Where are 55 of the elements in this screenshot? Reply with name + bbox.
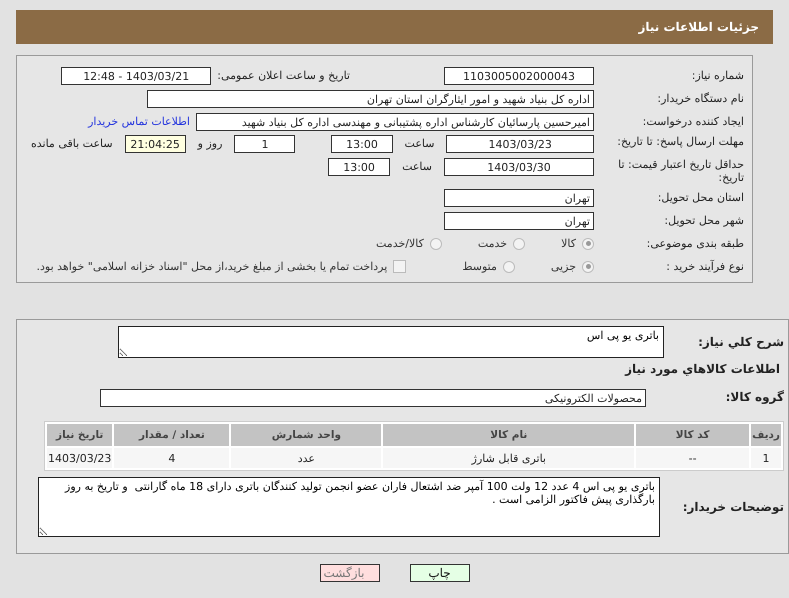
need-number-field: 1103005002000043 [444,66,594,84]
goods-group-field: محصولات الکترونیکی [100,388,646,406]
creator-field: امیرحسین پارسائیان کارشناس اداره پشتیبانی و مهندسی اداره کل بنیاد شهید [196,112,594,130]
field-label: ایجاد کننده درخواست: [642,115,744,128]
remaining-label: ساعت باقی مانده [30,136,113,152]
remaining-time-field: 21:04:25 [124,135,186,153]
field-label: تاریخ و ساعت اعلان عمومی: [217,69,350,82]
column-header: ردیف [751,424,781,446]
field-label: شهر محل تحویل: [663,214,744,227]
category-radio[interactable]: خدمت [478,237,526,250]
validity-time-field: 13:00 [328,158,390,176]
field-label: نوع فرآیند خرید : [665,260,744,273]
validity-date-field: 1403/03/30 [444,158,594,176]
column-header: تعداد / مقدار [114,424,230,446]
column-header: واحد شمارش [231,424,382,446]
deadline-time-field: 13:00 [331,135,393,153]
field-label: نام دستگاه خریدار: [656,92,744,105]
process-radio[interactable]: متوسط [462,260,515,273]
time-label: ساعت [404,136,434,152]
table-cell: 4 [114,448,230,468]
column-header: تاریخ نیاز [47,424,112,446]
process-radio[interactable]: جزیی [550,260,594,273]
print-button[interactable]: چاپ [410,564,470,582]
city-field: تهران [444,212,594,230]
field-label: شماره نیاز: [690,69,744,82]
category-radio[interactable]: کالا/خدمت [376,237,442,250]
table-cell: باتری قابل شارژ [383,448,634,468]
days-field: 1 [234,135,296,153]
table-cell: 1 [751,448,781,468]
announce-date-field: 1403/03/21 - 12:48 [61,66,212,84]
field-label: طبقه بندی موضوعی: [646,237,744,250]
payment-checkbox[interactable]: پرداخت تمام یا بخشی از مبلغ خرید،از محل "اسناد خزانه اسلامی" خواهد بود. [36,260,406,273]
field-label: توضیحات خریدار: [682,501,784,514]
buyer-org-field: اداره کل بنیاد شهید و امور ایثارگران استان تهران [147,90,594,108]
field-label: شرح کلي نياز: [697,336,784,348]
table-cell: 1403/03/23 [47,448,112,468]
buyer-contact-link[interactable]: اطلاعات تماس خریدار [88,115,190,128]
table-cell: عدد [231,448,382,468]
field-label: استان محل تحویل: [656,191,744,204]
field-label: گروه کالا: [724,391,784,404]
field-label: حداقل تاریخ اعتبار قیمت: تا تاریخ: [617,158,744,184]
column-header: نام کالا [383,424,634,446]
time-label: ساعت [402,159,432,175]
back-button[interactable]: بازگشت [320,564,380,582]
province-field: تهران [444,188,594,206]
table-cell: -- [636,448,750,468]
category-radio[interactable]: کالا [561,237,594,250]
summary-field[interactable]: باتری یو پی اس [118,326,664,358]
days-label: روز و [198,136,222,152]
section-title: اطلاعات كالاهاي مورد نياز [624,362,780,376]
buyer-notes-field[interactable]: باتری یو پی اس 4 عدد 12 ولت 100 آمپر ضد اشتعال فاران عضو انجمن تولید کنندگان باتری دارای 18 ماه گارانتی و تاریخ به روز بارگذاری پیش فاکتور الزامی است . [38,477,660,537]
deadline-date-field: 1403/03/23 [446,135,594,153]
page-title: جزئیات اطلاعات نیاز [638,20,759,34]
column-header: کد کالا [636,424,750,446]
field-label: مهلت ارسال پاسخ: تا تاریخ: [616,135,744,148]
